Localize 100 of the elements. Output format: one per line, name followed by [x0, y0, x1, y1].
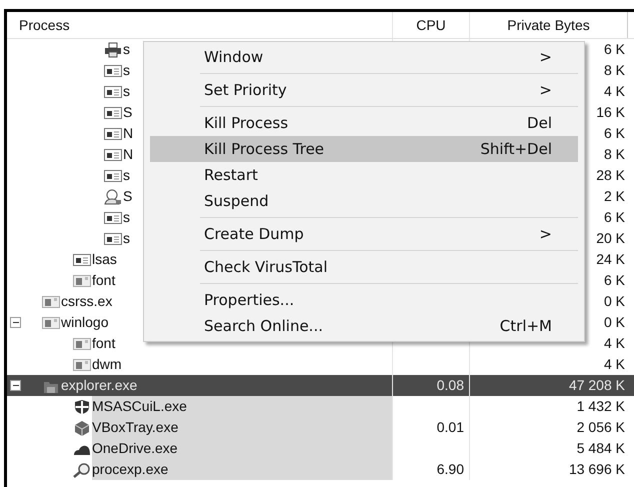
process-name: s — [123, 229, 130, 248]
process-name: s — [123, 40, 130, 59]
submenu-arrow: > — [539, 80, 552, 101]
process-name: s — [123, 61, 130, 80]
window-icon — [104, 230, 122, 246]
window-icon — [73, 252, 91, 268]
private-bytes-value: 8 K — [604, 61, 625, 80]
process-name: lsas — [92, 250, 117, 269]
private-bytes-value: 2 K — [604, 187, 625, 206]
menu-item[interactable]: Check VirusTotal — [150, 254, 578, 280]
private-bytes-value: 6 K — [604, 208, 625, 227]
private-bytes-value: 13 696 K — [568, 460, 625, 479]
process-name: OneDrive.exe — [92, 438, 392, 459]
cpu-value: 6.90 — [436, 460, 464, 479]
submenu-arrow: > — [539, 46, 552, 68]
menu-item[interactable]: Set Priority > — [150, 77, 578, 103]
private-bytes-value: 6 K — [604, 271, 625, 290]
menu-item-label: Create Dump — [204, 224, 305, 245]
process-name: s — [123, 208, 130, 227]
private-bytes-value: 5 484 K — [576, 439, 625, 458]
menu-item-label: Set Priority — [204, 80, 288, 101]
private-bytes-value: 24 K — [596, 250, 625, 269]
column-header[interactable]: Process — [7, 12, 393, 38]
menu-item[interactable]: Window > — [150, 44, 578, 70]
menu-shortcut: Shift+Del — [480, 138, 552, 160]
private-bytes-value: 6 K — [604, 124, 625, 143]
window-icon — [104, 104, 122, 120]
private-bytes-value: 4 K — [604, 82, 625, 101]
process-name: S — [123, 187, 132, 206]
private-bytes-value: 0 K — [604, 292, 625, 311]
user-search-icon — [104, 188, 122, 204]
process-name: MSASCuiL.exe — [92, 396, 392, 417]
private-bytes-value: 8 K — [604, 145, 625, 164]
menu-item-label: Kill Process Tree — [204, 138, 326, 160]
process-name: dwm — [92, 355, 122, 374]
process-row[interactable]: MSASCuiL.exe 1 432 K — [7, 396, 634, 417]
collapse-icon[interactable] — [10, 317, 21, 328]
process-name: font — [92, 271, 116, 290]
menu-item[interactable]: Kill Process Tree Shift+Del — [150, 136, 578, 162]
process-name: font — [92, 334, 116, 353]
process-row[interactable]: explorer.exe 0.08 47 208 K — [7, 375, 634, 396]
process-name: S — [123, 103, 132, 122]
private-bytes-value: 4 K — [604, 355, 625, 374]
column-header[interactable]: CPU — [393, 12, 470, 38]
window-icon — [104, 146, 122, 162]
menu-item[interactable]: Restart — [150, 162, 578, 188]
menu-item[interactable]: Kill Process Del — [150, 110, 578, 136]
cpu-value: 0.01 — [436, 418, 464, 437]
private-bytes-value: 28 K — [596, 166, 625, 185]
menu-item-label: Properties... — [204, 290, 296, 311]
private-bytes-value: 16 K — [596, 103, 625, 122]
process-name: procexp.exe — [92, 459, 392, 480]
window-icon — [104, 210, 122, 226]
menu-item-label: Suspend — [204, 190, 270, 212]
menu-item-label: Search Online... — [204, 316, 324, 337]
window-icon — [104, 84, 122, 100]
private-bytes-value: 1 432 K — [576, 397, 625, 416]
column-header[interactable]: Private Bytes — [470, 12, 628, 38]
application-icon — [42, 294, 60, 310]
printer-icon — [104, 42, 122, 58]
process-name: s — [123, 82, 130, 101]
private-bytes-value: 6 K — [604, 40, 625, 59]
collapse-icon[interactable] — [10, 380, 21, 391]
submenu-arrow: > — [539, 224, 552, 245]
process-name: VBoxTray.exe — [92, 417, 392, 438]
private-bytes-value: 47 208 K — [568, 376, 625, 395]
application-icon — [73, 336, 91, 352]
menu-shortcut: Del — [527, 112, 552, 134]
magnifier-icon — [73, 462, 91, 478]
menu-item-label: Restart — [204, 164, 259, 186]
cpu-value: 0.08 — [436, 376, 464, 395]
process-name: s — [123, 166, 130, 185]
process-row[interactable]: OneDrive.exe 5 484 K — [7, 438, 634, 459]
process-name: N — [123, 145, 134, 164]
process-name: N — [123, 124, 134, 143]
menu-item[interactable]: Properties... — [150, 287, 578, 313]
process-name: explorer.exe — [61, 376, 138, 395]
process-name: csrss.ex — [61, 292, 112, 311]
process-row[interactable]: procexp.exe 6.90 13 696 K — [7, 459, 634, 480]
menu-item-label: Check VirusTotal — [204, 256, 329, 278]
menu-item-label: Kill Process — [204, 112, 290, 134]
shield-icon — [73, 398, 91, 414]
menu-item-label: Window — [204, 46, 264, 68]
window-icon — [104, 168, 122, 184]
private-bytes-value: 20 K — [596, 229, 625, 248]
process-name: winlogo — [61, 313, 108, 332]
application-icon — [42, 314, 60, 330]
private-bytes-value: 2 056 K — [576, 418, 625, 437]
application-icon — [73, 356, 91, 372]
application-icon — [73, 272, 91, 288]
menu-item[interactable]: Search Online... Ctrl+M — [150, 313, 578, 339]
private-bytes-value: 4 K — [604, 334, 625, 353]
window-icon — [104, 62, 122, 78]
cube-icon — [73, 420, 91, 436]
process-row[interactable]: VBoxTray.exe 0.01 2 056 K — [7, 417, 634, 438]
menu-item[interactable]: Create Dump > — [150, 221, 578, 247]
private-bytes-value: 0 K — [604, 313, 625, 332]
menu-item[interactable]: Suspend — [150, 188, 578, 214]
window-icon — [104, 126, 122, 142]
menu-shortcut: Ctrl+M — [500, 316, 552, 337]
